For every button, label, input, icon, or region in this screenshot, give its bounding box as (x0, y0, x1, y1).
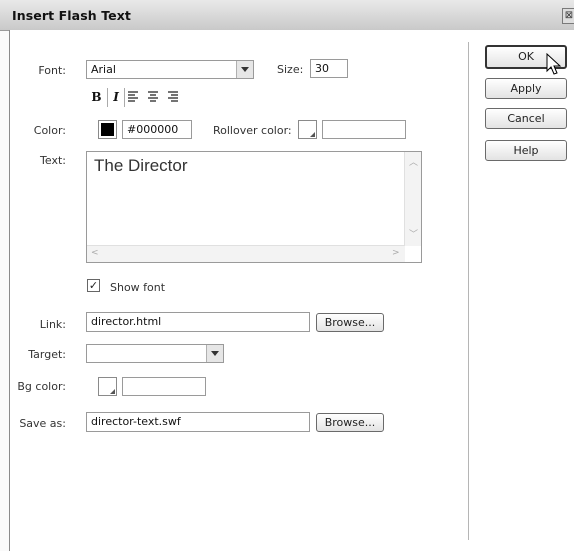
color-hex-input[interactable]: #000000 (122, 120, 192, 139)
cancel-button[interactable]: Cancel (485, 108, 567, 129)
horizontal-scrollbar[interactable]: < > (87, 245, 405, 262)
link-browse-button[interactable]: Browse... (316, 313, 384, 332)
save-as-input[interactable]: director-text.swf (86, 412, 310, 432)
bold-button[interactable]: B (88, 88, 105, 107)
scroll-right-icon[interactable]: > (392, 248, 400, 258)
target-label: Target: (28, 348, 66, 361)
text-area-value: The Director (94, 156, 188, 175)
color-label: Color: (33, 124, 66, 137)
link-input-value: director.html (91, 315, 162, 328)
align-left-icon[interactable] (124, 88, 141, 107)
help-button[interactable]: Help (485, 140, 567, 161)
text-label: Text: (40, 154, 66, 167)
dialog-title: Insert Flash Text (12, 8, 131, 23)
save-as-input-value: director-text.swf (91, 415, 181, 428)
close-icon[interactable]: ⊠ (562, 8, 574, 24)
apply-button[interactable]: Apply (485, 78, 567, 99)
scroll-left-icon[interactable]: < (91, 248, 99, 258)
rollover-color-input[interactable] (322, 120, 406, 139)
save-browse-button[interactable]: Browse... (316, 413, 384, 432)
italic-button[interactable]: I (107, 88, 124, 107)
chevron-down-icon[interactable] (236, 61, 253, 78)
show-font-label: Show font (110, 281, 166, 294)
font-select[interactable]: Arial (86, 60, 254, 79)
bg-color-input[interactable] (122, 377, 206, 396)
link-label: Link: (39, 318, 66, 331)
save-as-label: Save as: (19, 417, 66, 430)
font-label: Font: (38, 64, 66, 77)
text-area[interactable]: The Director ︿ ﹀ < > (86, 151, 422, 263)
size-input-value: 30 (315, 62, 329, 75)
divider (468, 42, 469, 540)
color-hex-value: #000000 (127, 123, 179, 136)
rollover-color-picker[interactable] (298, 120, 317, 139)
scroll-up-icon[interactable]: ︿ (409, 155, 418, 168)
color-swatch (101, 123, 114, 136)
show-font-checkbox[interactable]: ✓ (87, 279, 100, 292)
bg-color-label: Bg color: (17, 380, 66, 393)
vertical-scrollbar[interactable]: ︿ ﹀ (404, 152, 421, 246)
bg-color-picker[interactable] (98, 377, 117, 396)
target-select[interactable] (86, 344, 224, 363)
swatch-dropdown-icon (110, 389, 115, 394)
insert-flash-text-dialog: Insert Flash Text ⊠ Font: Arial Size: 30… (0, 0, 574, 551)
align-center-icon[interactable] (144, 88, 161, 107)
chevron-down-icon[interactable] (206, 345, 223, 362)
swatch-dropdown-icon (310, 132, 315, 137)
align-right-icon[interactable] (164, 88, 181, 107)
size-input[interactable]: 30 (310, 59, 348, 78)
rollover-color-label: Rollover color: (213, 124, 292, 137)
link-input[interactable]: director.html (86, 312, 310, 332)
scroll-down-icon[interactable]: ﹀ (409, 227, 418, 240)
color-picker-button[interactable] (98, 120, 117, 139)
title-bar: Insert Flash Text ⊠ (0, 0, 574, 31)
mouse-pointer-icon (546, 53, 562, 75)
font-select-value: Arial (91, 63, 116, 76)
size-label: Size: (277, 63, 304, 76)
